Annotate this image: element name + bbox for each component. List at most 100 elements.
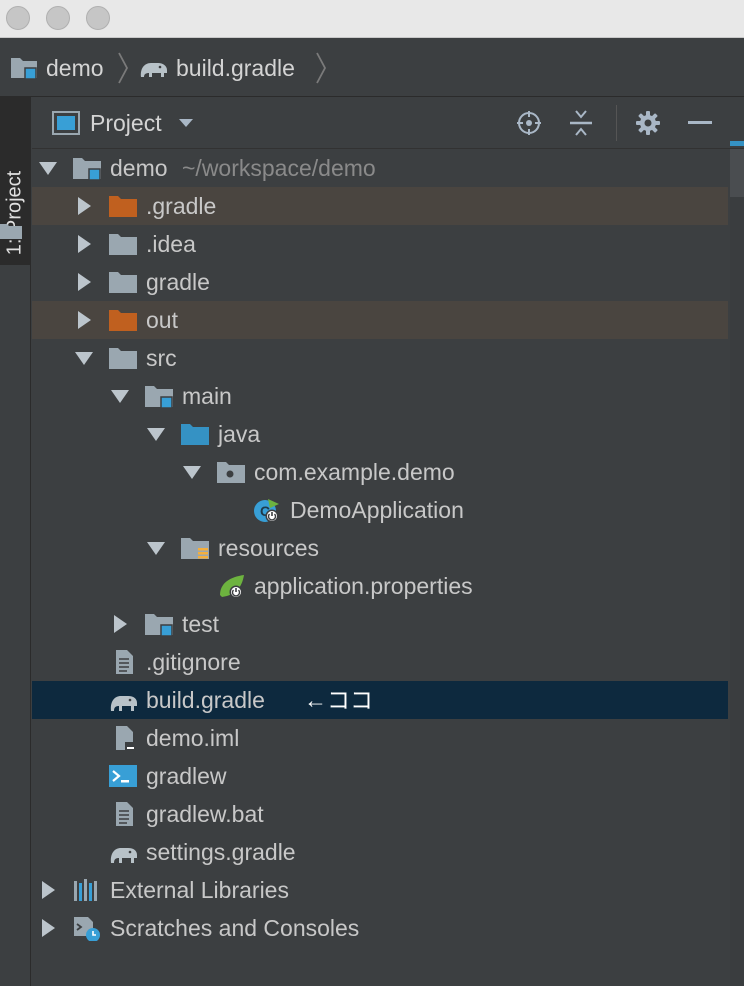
gradle-elephant-icon bbox=[140, 63, 167, 77]
expand-arrow-down-icon[interactable] bbox=[108, 384, 132, 408]
gear-icon bbox=[636, 111, 660, 135]
tree-item-label: .idea bbox=[146, 231, 196, 257]
tree-row[interactable]: resources bbox=[32, 529, 728, 567]
tree-row[interactable]: .idea bbox=[32, 225, 728, 263]
project-tool-window-tab[interactable]: 1: Project bbox=[0, 97, 31, 265]
expand-arrow-down-icon[interactable] bbox=[180, 460, 204, 484]
toolbar-divider bbox=[616, 105, 617, 141]
breadcrumb-label: demo bbox=[46, 54, 104, 81]
window-title-bar bbox=[0, 0, 744, 38]
tree-row[interactable]: demo ~/workspace/demo bbox=[32, 149, 728, 187]
project-tree: demo ~/workspace/demo .gradle .idea gradle ou… bbox=[32, 149, 730, 986]
zoom-window-button[interactable] bbox=[86, 6, 110, 30]
tree-item-label: settings.gradle bbox=[146, 839, 296, 865]
tree-row[interactable]: settings.gradle bbox=[32, 833, 728, 871]
collapse-all-icon bbox=[570, 110, 592, 136]
tree-item-label: com.example.demo bbox=[254, 459, 455, 485]
excluded-folder-icon bbox=[109, 196, 137, 217]
source-folder-icon bbox=[181, 424, 209, 445]
tree-row[interactable]: gradlew bbox=[32, 757, 728, 795]
tree-row[interactable]: .gitignore bbox=[32, 643, 728, 681]
tree-row[interactable]: build.gradle ←ココ bbox=[32, 681, 728, 719]
breadcrumb-item-build-gradle[interactable]: build.gradle bbox=[138, 39, 295, 97]
folder-icon bbox=[109, 234, 137, 255]
project-view-icon bbox=[52, 111, 80, 135]
tree-row[interactable]: C DemoApplication bbox=[32, 491, 728, 529]
tree-item-label: test bbox=[182, 611, 220, 637]
tree-item-label: DemoApplication bbox=[290, 497, 464, 523]
expand-arrow-right-icon[interactable] bbox=[72, 270, 96, 294]
tree-row[interactable]: gradle bbox=[32, 263, 728, 301]
scroll-indicator bbox=[730, 141, 744, 146]
folder-icon bbox=[109, 272, 137, 293]
locate-icon bbox=[517, 111, 541, 135]
tree-row[interactable]: java bbox=[32, 415, 728, 453]
module-folder-icon bbox=[11, 58, 37, 80]
panel-title: Project bbox=[90, 109, 162, 136]
expand-arrow-right-icon[interactable] bbox=[72, 194, 96, 218]
scrollbar-thumb[interactable] bbox=[730, 149, 744, 197]
tree-item-label: .gitignore bbox=[146, 649, 241, 675]
resources-folder-icon bbox=[181, 538, 209, 559]
tree-item-label: .gradle bbox=[146, 193, 217, 219]
tree-row[interactable]: gradlew.bat bbox=[32, 795, 728, 833]
expand-arrow-right-icon[interactable] bbox=[36, 878, 60, 902]
expand-arrow-down-icon[interactable] bbox=[144, 536, 168, 560]
chevron-down-icon bbox=[178, 119, 193, 127]
collapse-all-button[interactable] bbox=[565, 107, 597, 139]
tree-item-label: out bbox=[146, 307, 178, 333]
folder-icon bbox=[109, 348, 137, 369]
shell-script-icon bbox=[109, 765, 137, 787]
module-folder-icon bbox=[145, 614, 173, 637]
tree-row[interactable]: com.example.demo bbox=[32, 453, 728, 491]
side-tab-label: 1: Project bbox=[3, 170, 26, 256]
text-file-icon bbox=[116, 650, 133, 674]
annotation-note: ←ココ bbox=[304, 687, 373, 713]
project-panel-header: Project bbox=[32, 97, 744, 149]
tree-row[interactable]: External Libraries bbox=[32, 871, 728, 909]
libraries-icon bbox=[74, 879, 97, 901]
tree-item-path: ~/workspace/demo bbox=[182, 155, 376, 181]
tree-row[interactable]: Scratches and Consoles bbox=[32, 909, 728, 947]
module-folder-icon bbox=[145, 386, 173, 409]
scratches-icon bbox=[74, 917, 100, 941]
tree-row[interactable]: test bbox=[32, 605, 728, 643]
expand-arrow-right-icon[interactable] bbox=[108, 612, 132, 636]
expand-arrow-down-icon[interactable] bbox=[72, 346, 96, 370]
expand-arrow-down-icon[interactable] bbox=[36, 156, 60, 180]
tree-row[interactable]: out bbox=[32, 301, 728, 339]
folder-icon bbox=[0, 224, 22, 239]
breadcrumb-item-demo[interactable]: demo bbox=[10, 39, 104, 97]
tree-item-label: gradlew.bat bbox=[146, 801, 264, 827]
chevron-right-icon bbox=[316, 52, 327, 84]
tree-item-label: gradlew bbox=[146, 763, 227, 789]
package-icon bbox=[217, 462, 245, 483]
chevron-right-icon bbox=[118, 52, 129, 84]
tree-row[interactable]: src bbox=[32, 339, 728, 377]
expand-arrow-right-icon[interactable] bbox=[36, 916, 60, 940]
expand-arrow-down-icon[interactable] bbox=[144, 422, 168, 446]
tree-row[interactable]: .gradle bbox=[32, 187, 728, 225]
tree-row[interactable]: demo.iml bbox=[32, 719, 728, 757]
text-file-icon bbox=[116, 802, 133, 826]
minimize-window-button[interactable] bbox=[46, 6, 70, 30]
tree-item-label: Scratches and Consoles bbox=[110, 915, 360, 941]
tree-item-label: resources bbox=[218, 535, 319, 561]
settings-button[interactable] bbox=[632, 107, 664, 139]
locate-button[interactable] bbox=[513, 107, 545, 139]
iml-file-icon bbox=[116, 726, 135, 751]
expand-arrow-right-icon[interactable] bbox=[72, 232, 96, 256]
hide-panel-button[interactable] bbox=[684, 107, 716, 139]
module-folder-icon bbox=[73, 158, 101, 181]
tree-row[interactable]: main bbox=[32, 377, 728, 415]
tree-item-label: gradle bbox=[146, 269, 210, 295]
tree-scrollbar[interactable] bbox=[730, 141, 744, 986]
close-window-button[interactable] bbox=[6, 6, 30, 30]
expand-arrow-right-icon[interactable] bbox=[72, 308, 96, 332]
tree-item-label: src bbox=[146, 345, 177, 371]
hide-icon bbox=[688, 121, 712, 124]
spring-properties-icon bbox=[220, 575, 244, 599]
excluded-folder-icon bbox=[109, 310, 137, 331]
tree-row[interactable]: application.properties bbox=[32, 567, 728, 605]
view-selector[interactable]: Project bbox=[90, 97, 194, 149]
